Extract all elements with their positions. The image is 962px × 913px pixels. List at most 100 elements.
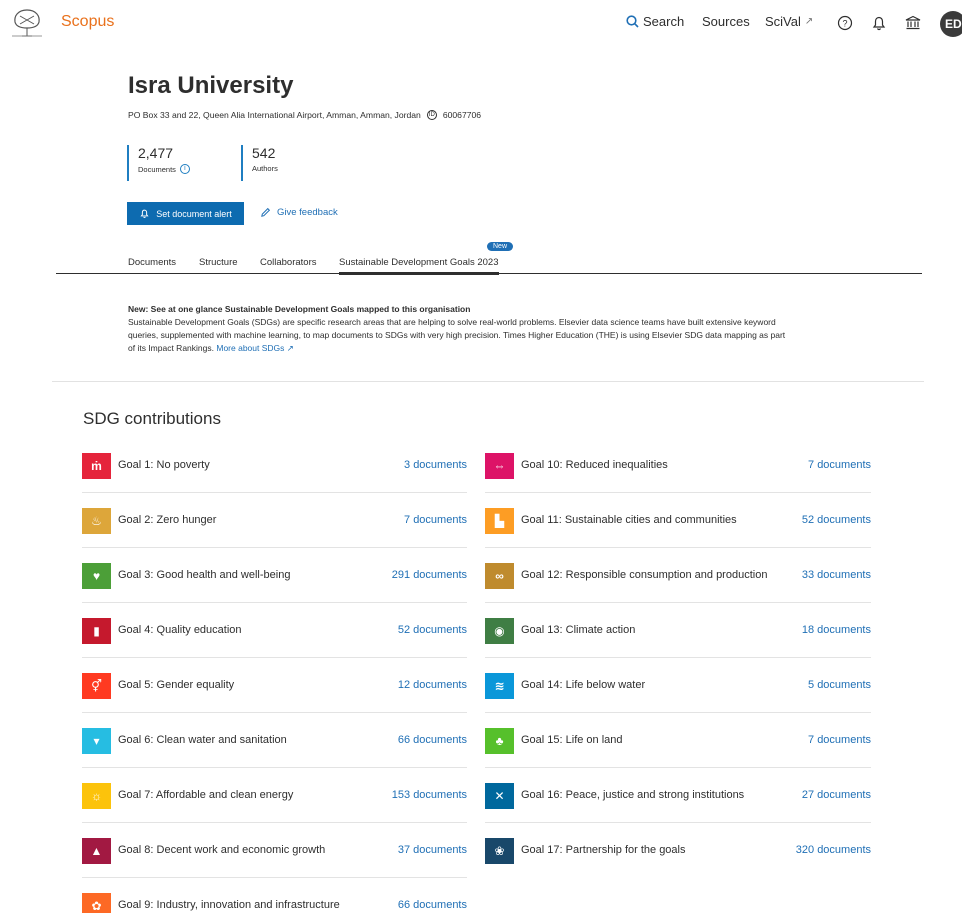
- sdg-goal-row: ♥ Goal 3: Good health and well-being 291 d…: [82, 548, 467, 603]
- bell-icon: [140, 209, 149, 218]
- info-icon[interactable]: i: [179, 164, 190, 174]
- tab-structure[interactable]: Structure: [199, 257, 238, 268]
- sdg-goal-icon: ♥: [82, 563, 111, 589]
- sdg-goal-documents-link[interactable]: 66 documents: [398, 734, 467, 746]
- sdg-goal-icon: ṁ: [82, 453, 111, 479]
- documents-label-row: Documents i: [138, 164, 190, 174]
- sdg-goal-documents-link[interactable]: 5 documents: [808, 679, 871, 691]
- top-bar: Scopus Search Sources SciVal ↗ ? ED: [0, 0, 962, 46]
- sdg-goal-icon: ▙: [485, 508, 514, 534]
- sdg-goal-row: ▾ Goal 6: Clean water and sanitation 66 do…: [82, 713, 467, 768]
- sdg-goal-documents-link[interactable]: 7 documents: [808, 734, 871, 746]
- sdg-goal-documents-link[interactable]: 18 documents: [802, 624, 871, 636]
- sdg-goal-icon: ♣: [485, 728, 514, 754]
- sdg-notice: New: See at one glance Sustainable Devel…: [128, 303, 788, 355]
- sdg-goal-documents-link[interactable]: 320 documents: [796, 844, 871, 856]
- scival-label: SciVal: [765, 14, 801, 29]
- sdg-goal-label: Goal 2: Zero hunger: [118, 514, 217, 526]
- sdg-goal-documents-link[interactable]: 12 documents: [398, 679, 467, 691]
- sdg-goal-row: ∞ Goal 12: Responsible consumption and pr…: [485, 548, 871, 603]
- sdg-goal-row: ⚥ Goal 5: Gender equality 12 documents: [82, 658, 467, 713]
- elsevier-logo[interactable]: [8, 6, 46, 40]
- sdg-goal-row: ♨ Goal 2: Zero hunger 7 documents: [82, 493, 467, 548]
- set-document-alert-button[interactable]: Set document alert: [127, 202, 244, 225]
- sdg-goal-label: Goal 15: Life on land: [521, 734, 623, 746]
- sdg-goal-documents-link[interactable]: 37 documents: [398, 844, 467, 856]
- sdg-contributions-title: SDG contributions: [83, 409, 221, 428]
- sdg-goal-icon: ◉: [485, 618, 514, 644]
- sdg-list-left: ṁ Goal 1: No poverty 3 documents ♨ Goal 2: Z…: [82, 438, 467, 913]
- external-link-icon: ↗: [804, 16, 814, 27]
- sources-label: Sources: [702, 14, 750, 29]
- sdg-goal-row: ≋ Goal 14: Life below water 5 documents: [485, 658, 871, 713]
- sdg-goal-documents-link[interactable]: 66 documents: [398, 899, 467, 911]
- sdg-goal-row: ◉ Goal 13: Climate action 18 documents: [485, 603, 871, 658]
- sdg-goal-label: Goal 3: Good health and well-being: [118, 569, 291, 581]
- sdg-goal-label: Goal 4: Quality education: [118, 624, 242, 636]
- scival-nav[interactable]: SciVal ↗: [765, 14, 813, 29]
- documents-metric: 2,477 Documents i: [127, 145, 190, 181]
- more-about-sdgs-link[interactable]: More about SDGs ↗: [216, 343, 294, 353]
- help-icon[interactable]: ?: [836, 14, 854, 32]
- institution-name: Isra University: [128, 72, 294, 99]
- tab-bar: Documents Structure Collaborators Sustai…: [56, 242, 922, 275]
- search-nav[interactable]: Search: [626, 14, 684, 29]
- sdg-goal-documents-link[interactable]: 3 documents: [404, 459, 467, 471]
- sdg-goal-icon: ⚥: [82, 673, 111, 699]
- institution-id: 60067706: [442, 110, 482, 120]
- sdg-goal-label: Goal 6: Clean water and sanitation: [118, 734, 287, 746]
- give-feedback-link[interactable]: Give feedback: [260, 207, 338, 218]
- sdg-goal-documents-link[interactable]: 33 documents: [802, 569, 871, 581]
- sdg-goal-label: Goal 9: Industry, innovation and infrast…: [118, 899, 340, 911]
- user-avatar[interactable]: ED: [940, 11, 962, 37]
- sdg-goal-row: ✿ Goal 9: Industry, innovation and infras…: [82, 878, 467, 913]
- sdg-goal-row: ▲ Goal 8: Decent work and economic growth…: [82, 823, 467, 878]
- sdg-goal-documents-link[interactable]: 291 documents: [392, 569, 467, 581]
- sdg-goal-row: ▙ Goal 11: Sustainable cities and communi…: [485, 493, 871, 548]
- sdg-goal-icon: ♨: [82, 508, 111, 534]
- set-document-alert-label: Set document alert: [156, 208, 232, 219]
- authors-label: Authors: [252, 164, 278, 173]
- sdg-goal-documents-link[interactable]: 52 documents: [398, 624, 467, 636]
- sdg-goal-icon: ▾: [82, 728, 111, 754]
- sources-nav[interactable]: Sources: [702, 14, 750, 29]
- sdg-goal-documents-link[interactable]: 7 documents: [404, 514, 467, 526]
- sdg-goal-label: Goal 11: Sustainable cities and communit…: [521, 514, 737, 526]
- sdg-goal-row: ♣ Goal 15: Life on land 7 documents: [485, 713, 871, 768]
- sdg-goal-label: Goal 16: Peace, justice and strong insti…: [521, 789, 745, 801]
- sdg-goal-documents-link[interactable]: 52 documents: [802, 514, 871, 526]
- tab-collaborators[interactable]: Collaborators: [260, 257, 317, 268]
- sdg-goal-row: ❀ Goal 17: Partnership for the goals 320 d…: [485, 823, 871, 878]
- sdg-goal-icon: ✕: [485, 783, 514, 809]
- sdg-goal-documents-link[interactable]: 27 documents: [802, 789, 871, 801]
- institution-icon[interactable]: [904, 14, 922, 32]
- sdg-goal-label: Goal 12: Responsible consumption and pro…: [521, 569, 768, 581]
- sdg-goal-documents-link[interactable]: 153 documents: [392, 789, 467, 801]
- section-divider: [52, 381, 924, 382]
- sdg-goal-icon: ☼: [82, 783, 111, 809]
- sdg-goal-documents-link[interactable]: 7 documents: [808, 459, 871, 471]
- pencil-icon: [261, 207, 271, 217]
- sdg-goal-icon: ▲: [82, 838, 111, 864]
- sdg-goal-label: Goal 14: Life below water: [521, 679, 646, 691]
- sdg-goal-row: ☼ Goal 7: Affordable and clean energy 153 …: [82, 768, 467, 823]
- documents-count: 2,477: [138, 145, 174, 161]
- sdg-goal-row: ṁ Goal 1: No poverty 3 documents: [82, 438, 467, 493]
- sdg-goal-label: Goal 1: No poverty: [118, 459, 210, 471]
- search-icon: [626, 15, 639, 28]
- authors-metric: 542 Authors: [241, 145, 278, 181]
- sdg-goal-row: ✕ Goal 16: Peace, justice and strong inst…: [485, 768, 871, 823]
- sdg-goal-icon: ❀: [485, 838, 514, 864]
- institution-address: PO Box 33 and 22, Queen Alia Internation…: [128, 110, 421, 120]
- search-label: Search: [643, 14, 685, 29]
- tab-documents[interactable]: Documents: [128, 257, 176, 268]
- brand-name[interactable]: Scopus: [61, 13, 114, 31]
- bell-icon[interactable]: [870, 14, 888, 32]
- sdg-goal-row: ⇔ Goal 10: Reduced inequalities 7 document…: [485, 438, 871, 493]
- sdg-goal-label: Goal 13: Climate action: [521, 624, 636, 636]
- id-icon: ID: [426, 110, 437, 120]
- institution-address-row: PO Box 33 and 22, Queen Alia Internation…: [128, 110, 481, 120]
- sdg-goal-icon: ✿: [82, 893, 111, 913]
- tab-sustainable-development-goals[interactable]: Sustainable Development Goals 2023: [339, 257, 499, 275]
- sdg-goal-icon: ⇔: [485, 453, 514, 479]
